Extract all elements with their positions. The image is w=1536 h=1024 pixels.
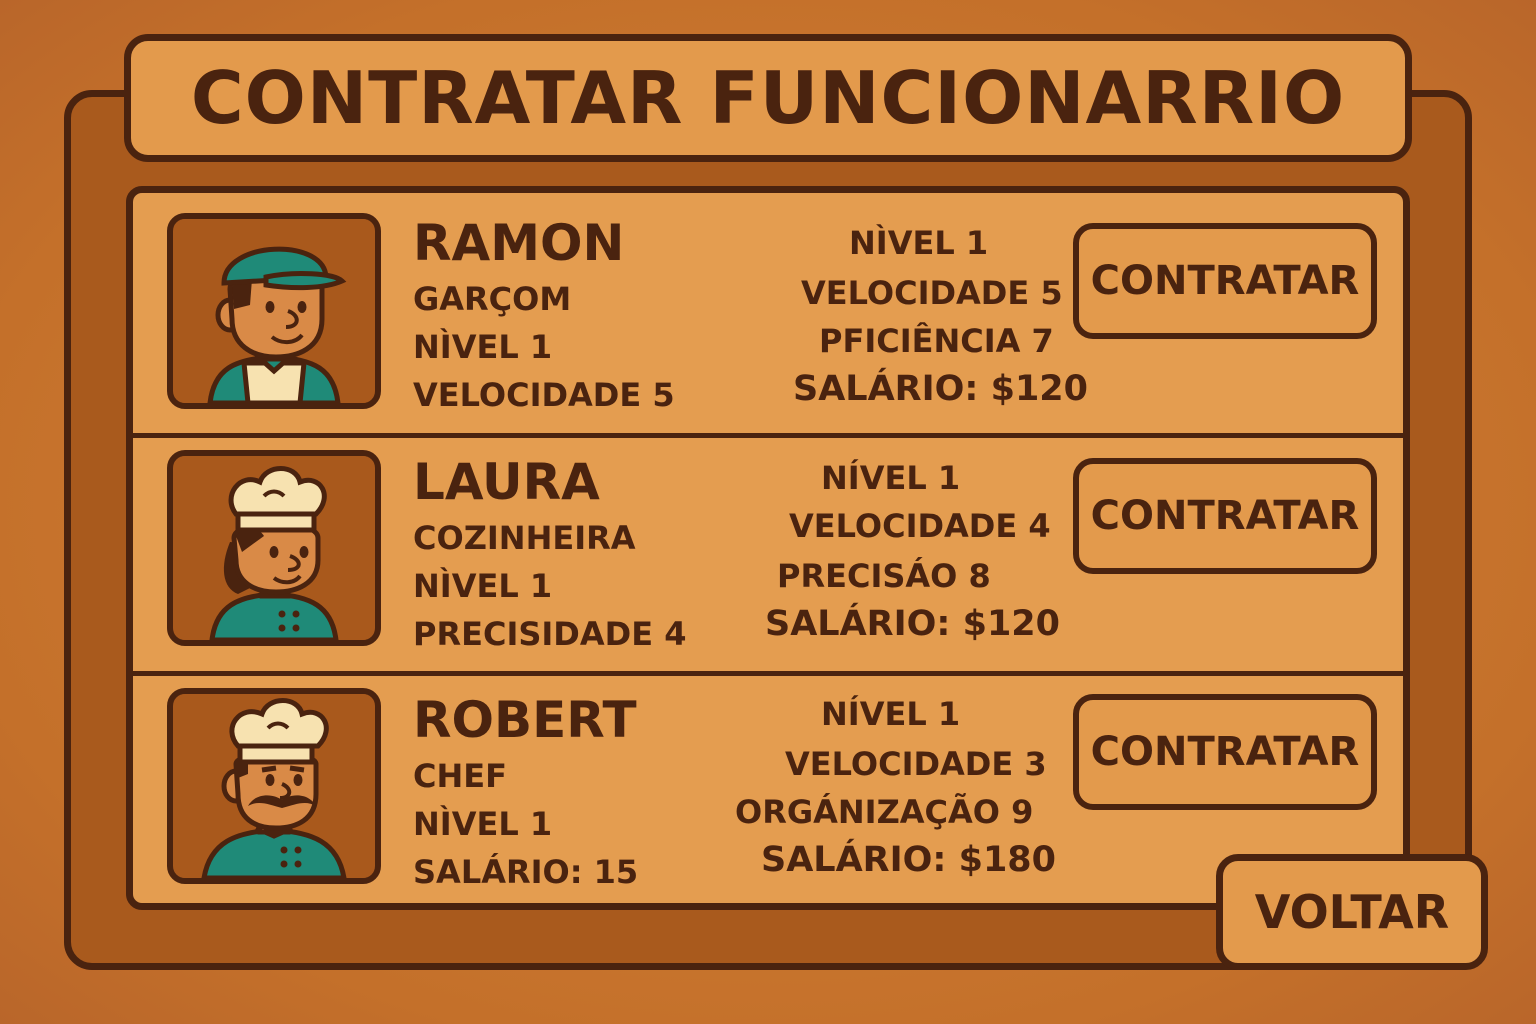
candidate-level: NÌVEL 1: [413, 567, 553, 605]
candidate-list: RAMON GARÇOM NÌVEL 1 VELOCIDADE 5 NÌVEL …: [126, 186, 1410, 910]
stat-salary: SALÁRIO: $120: [765, 604, 1061, 644]
cook-avatar-icon: [167, 450, 381, 646]
candidate-level: NÌVEL 1: [413, 328, 553, 366]
candidate-row-ramon: RAMON GARÇOM NÌVEL 1 VELOCIDADE 5 NÌVEL …: [133, 193, 1403, 427]
stat-organization: ORGÁNIZAÇÃO 9: [735, 793, 1034, 831]
hire-button-laura[interactable]: CONTRATAR: [1073, 458, 1377, 574]
candidate-speed: VELOCIDADE 5: [413, 376, 675, 414]
page-title: CONTRATAR FUNCIONARRIO: [190, 56, 1346, 140]
stat-level: NÍVEL 1: [821, 459, 961, 497]
stat-precision: PRECISÁO 8: [777, 557, 991, 595]
stat-level: NÍVEL 1: [821, 695, 961, 733]
stat-speed: VELOCIDADE 3: [785, 745, 1047, 783]
candidate-name: ROBERT: [413, 691, 637, 749]
hire-button-robert[interactable]: CONTRATAR: [1073, 694, 1377, 810]
candidate-role: CHEF: [413, 757, 507, 795]
chef-avatar-icon: [167, 688, 381, 884]
candidate-role: GARÇOM: [413, 280, 572, 318]
title-banner: CONTRATAR FUNCIONARRIO: [124, 34, 1412, 162]
hire-button-ramon[interactable]: CONTRATAR: [1073, 223, 1377, 339]
candidate-row-robert: ROBERT CHEF NÌVEL 1 SALÁRIO: 15 NÍVEL 1 …: [133, 671, 1403, 903]
stat-speed: VELOCIDADE 5: [801, 274, 1063, 312]
stat-speed: VELOCIDADE 4: [789, 507, 1051, 545]
candidate-role: COZINHEIRA: [413, 519, 636, 557]
candidate-precision: PRECISIDADE 4: [413, 615, 687, 653]
candidate-name: LAURA: [413, 453, 600, 511]
stat-salary: SALÁRIO: $180: [761, 840, 1057, 880]
back-button[interactable]: VOLTAR: [1216, 854, 1488, 970]
candidate-name: RAMON: [413, 214, 625, 272]
candidate-row-laura: LAURA COZINHEIRA NÌVEL 1 PRECISIDADE 4 N…: [133, 433, 1403, 667]
stat-level: NÌVEL 1: [849, 224, 989, 262]
stat-efficiency: PFICIÊNCIA 7: [819, 322, 1054, 360]
candidate-level: NÌVEL 1: [413, 805, 553, 843]
waiter-avatar-icon: [167, 213, 381, 409]
stat-salary: SALÁRIO: $120: [793, 369, 1089, 409]
candidate-salary: SALÁRIO: 15: [413, 853, 639, 891]
